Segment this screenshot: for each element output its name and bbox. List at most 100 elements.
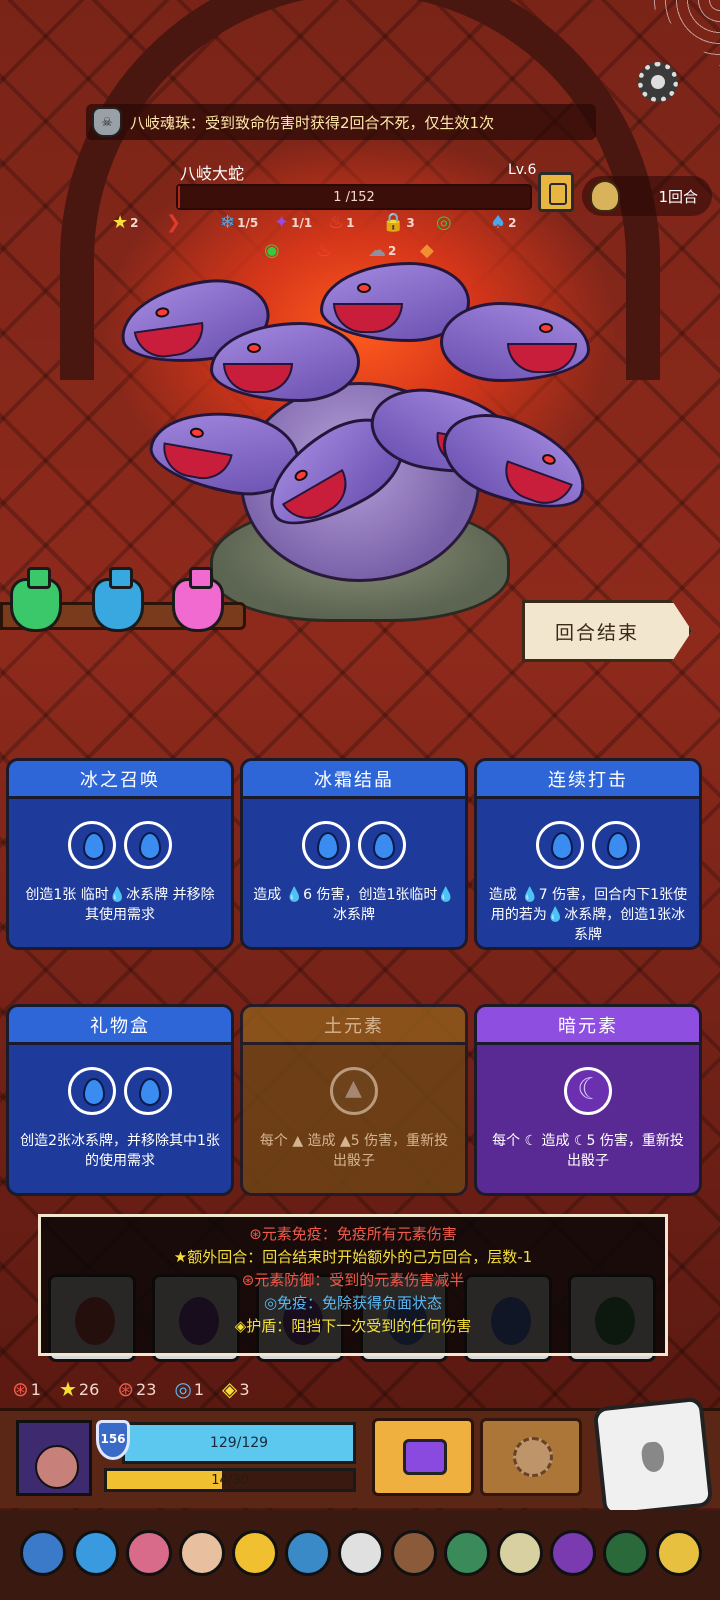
water-element-slot-icon[interactable] [124, 821, 172, 869]
skill-card[interactable]: 连续打击 造成 💧7 伤害，回合内下1张使用的若为💧冰系牌，创造1张冰系牌 [474, 758, 702, 950]
green-swirl-icon[interactable]: ◎ [436, 212, 454, 233]
frost-icon[interactable]: ❄ 1/5 [220, 212, 258, 233]
card-description: 每个 ☾ 造成 ☾5 伤害，重新投出骰子 [492, 1133, 684, 1169]
grey-mask-icon[interactable]: ☁ 2 [368, 240, 396, 261]
relic-item-icon[interactable] [232, 1530, 278, 1576]
boss-buff-text: 八岐魂珠：受到致命伤害时获得2回合不死，仅生效1次 [130, 113, 495, 132]
skill-card[interactable]: 礼物盒 创造2张冰系牌，并移除其中1张的使用需求 [6, 1004, 234, 1196]
tooltip-status-icon: ⊛ [241, 1271, 255, 1289]
relic-item-icon[interactable] [338, 1530, 384, 1576]
skill-card[interactable]: 冰霜结晶 造成 💧6 伤害，创造1张临时💧冰系牌 [240, 758, 468, 950]
lock-icon[interactable]: 🔒 3 [382, 212, 415, 233]
green-orb-icon-glyph: ◉ [264, 240, 280, 261]
lock-dice-button[interactable] [372, 1418, 474, 1496]
skill-card[interactable]: 冰之召唤创造1张 临时💧冰系牌 并移除其使用需求 [6, 758, 234, 950]
tooltip-status-icon: ◈ [234, 1317, 247, 1335]
boss-level: Lv.6 [508, 162, 537, 178]
relic-item-icon[interactable] [444, 1530, 490, 1576]
water-element-slot-icon[interactable] [124, 1067, 172, 1115]
poison-drop-icon-glyph: ✦ [274, 212, 290, 233]
blue-mushroom-icon-glyph: ♠ [490, 212, 507, 233]
attack-chevrons-icon[interactable]: ❯ [166, 212, 183, 233]
player-avatar[interactable] [16, 1420, 92, 1496]
end-turn-button[interactable]: 回合结束 [522, 600, 692, 662]
reroll-dice-button[interactable] [592, 1396, 714, 1518]
relic-item-icon[interactable] [603, 1530, 649, 1576]
water-element-slot-icon[interactable] [302, 821, 350, 869]
relic-item-icon[interactable] [656, 1530, 702, 1576]
relic-item-icon[interactable] [73, 1530, 119, 1576]
tooltip-line: ⊛元素防御：受到的元素伤害减半 [41, 1269, 665, 1292]
card-description: 创造1张 临时💧冰系牌 并移除其使用需求 [25, 887, 215, 923]
status-value: 1/1 [291, 215, 313, 230]
boss-hp-text: 1 /152 [333, 190, 375, 205]
skill-card[interactable]: 暗元素每个 ☾ 造成 ☾5 伤害，重新投出骰子 [474, 1004, 702, 1196]
immunity-icon[interactable]: ◎ 1 [174, 1377, 204, 1401]
tooltip-line: ◎免疫：免除获得负面状态 [41, 1292, 665, 1315]
elemental-defense-icon[interactable]: ⊛ 23 [117, 1377, 156, 1401]
elemental-immunity-icon-glyph: ⊛ [12, 1377, 29, 1401]
relic-item-icon[interactable] [126, 1530, 172, 1576]
card-title: 土元素 [243, 1007, 465, 1045]
relic-item-icon[interactable] [497, 1530, 543, 1576]
immunity-icon-glyph: ◎ [174, 1377, 192, 1401]
settings-gear-icon[interactable] [638, 62, 678, 102]
green-potion-icon[interactable] [10, 567, 62, 632]
fire-icon[interactable]: ♨ [316, 240, 334, 261]
relic-item-icon[interactable] [179, 1530, 225, 1576]
status-value: 3 [239, 1379, 250, 1399]
boss-name: 八岐大蛇 [180, 164, 245, 183]
water-element-slot-icon[interactable] [68, 821, 116, 869]
relic-item-icon[interactable] [20, 1530, 66, 1576]
shield-status-icon[interactable]: ◈ 3 [222, 1377, 250, 1401]
hydra-head [440, 302, 590, 382]
tooltip-status-icon: ★ [173, 1248, 188, 1266]
card-title: 连续打击 [477, 761, 699, 799]
green-orb-icon[interactable]: ◉ [264, 240, 282, 261]
water-element-slot-icon[interactable] [358, 821, 406, 869]
status-value: 2 [388, 243, 397, 258]
water-element-slot-icon[interactable] [68, 1067, 116, 1115]
relic-item-icon[interactable] [550, 1530, 596, 1576]
water-element-slot-icon[interactable] [592, 821, 640, 869]
extra-turn-star-icon-glyph: ★ [112, 212, 129, 233]
blue-mushroom-icon[interactable]: ♠ 2 [490, 212, 517, 233]
tooltip-status-icon: ⊛ [249, 1225, 262, 1243]
extra-turn-star-icon[interactable]: ★ 2 [112, 212, 139, 233]
skill-card[interactable]: 土元素每个 ▲ 造成 ▲5 伤害，重新投出骰子 [240, 1004, 468, 1196]
blue-potion-icon[interactable] [92, 567, 144, 632]
extra-turn-star-icon[interactable]: ★ 26 [59, 1377, 99, 1401]
orange-icon[interactable]: ◆ [420, 240, 436, 261]
player-exp-text: 14/30 [211, 1473, 249, 1488]
turn-label: 1回合 [658, 187, 698, 206]
fire-icon[interactable]: ♨ 1 [328, 212, 355, 233]
purple-lock-icon [403, 1439, 447, 1475]
pink-potion-icon[interactable] [172, 567, 224, 632]
card-title: 冰之召唤 [9, 761, 231, 799]
boss-buff-line[interactable]: ☠ 八岐魂珠：受到致命伤害时获得2回合不死，仅生效1次 [86, 104, 596, 140]
tooltip-status-icon: ◎ [263, 1294, 278, 1312]
card-cost-slots [243, 1067, 465, 1115]
dark-element-slot-icon[interactable] [564, 1067, 612, 1115]
dice-skill-button[interactable] [480, 1418, 582, 1496]
card-cost-slots [243, 821, 465, 869]
green-swirl-icon-glyph: ◎ [436, 212, 452, 233]
boss-info-scroll-icon[interactable] [538, 172, 574, 212]
status-value: 23 [136, 1379, 157, 1399]
turn-counter: 1回合 [582, 176, 712, 216]
poison-drop-icon[interactable]: ✦ 1/1 [274, 212, 312, 233]
card-title: 暗元素 [477, 1007, 699, 1045]
fire-icon-glyph: ♨ [328, 212, 345, 233]
card-cost-slots [477, 821, 699, 869]
status-value: 3 [406, 215, 415, 230]
elemental-immunity-icon[interactable]: ⊛ 1 [12, 1377, 41, 1401]
relic-item-icon[interactable] [391, 1530, 437, 1576]
earth-element-slot-icon[interactable] [330, 1067, 378, 1115]
tooltip-text: 护盾：阻挡下一次受到的任何伤害 [246, 1317, 472, 1335]
tooltip-line: ⊛元素免疫：免疫所有元素伤害 [41, 1223, 665, 1246]
relic-item-icon[interactable] [285, 1530, 331, 1576]
water-element-slot-icon[interactable] [536, 821, 584, 869]
status-value: 26 [78, 1379, 100, 1399]
cobweb-decoration [644, 0, 720, 66]
tooltip-text: 元素防御：受到的元素伤害减半 [254, 1271, 465, 1289]
